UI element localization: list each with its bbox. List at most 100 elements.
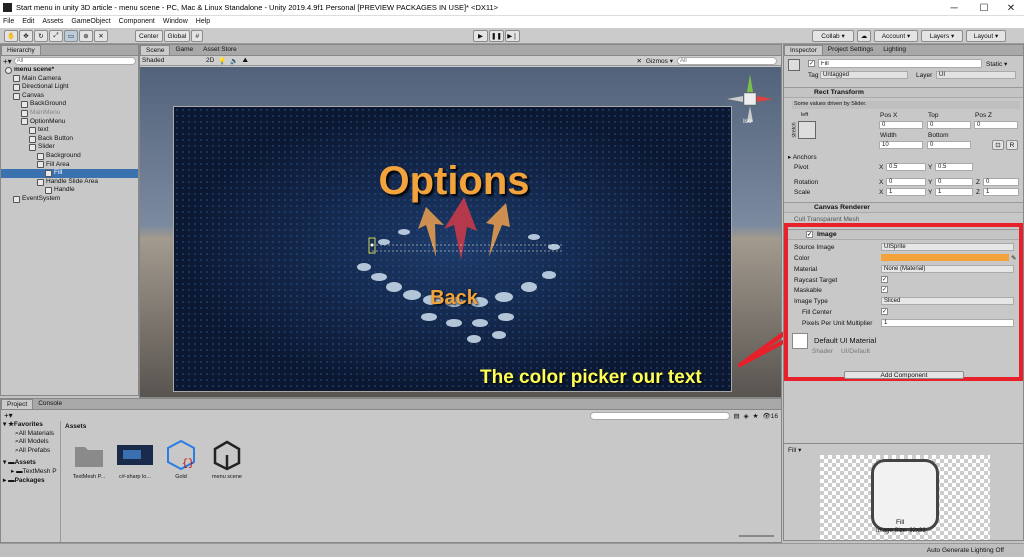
source-image-field[interactable]: UISprite bbox=[881, 243, 1014, 251]
fill-center-checkbox[interactable]: ✓ bbox=[881, 308, 888, 315]
pause-button[interactable]: ❚❚ bbox=[489, 30, 504, 42]
audio-toggle-icon[interactable]: 🔈 bbox=[230, 57, 238, 65]
zoom-slider[interactable] bbox=[739, 535, 774, 537]
assets-root-item[interactable]: ▾ ▬ Assets bbox=[1, 459, 60, 468]
assets-breadcrumb[interactable]: Assets bbox=[65, 423, 86, 430]
image-enabled-checkbox[interactable]: ✓ bbox=[806, 231, 813, 238]
tab-project-settings[interactable]: Project Settings bbox=[823, 45, 879, 55]
tab-project[interactable]: Project bbox=[1, 399, 34, 409]
active-checkbox[interactable]: ✓ bbox=[808, 60, 815, 67]
rect-tool-icon[interactable]: ▭ bbox=[64, 30, 78, 42]
rect-transform-header[interactable]: Rect Transform bbox=[784, 87, 1023, 98]
hierarchy-item[interactable]: Main Camera bbox=[1, 75, 138, 84]
hierarchy-item[interactable]: Handle Slide Area bbox=[1, 178, 138, 187]
filter-label-icon[interactable]: ◈ bbox=[744, 412, 749, 420]
add-component-button[interactable]: Add Component bbox=[844, 371, 964, 379]
textmesh-folder-item[interactable]: ▸ ▬ TextMesh P bbox=[1, 468, 60, 477]
tag-dropdown[interactable]: Untagged bbox=[820, 71, 908, 79]
move-tool-icon[interactable]: ✥ bbox=[19, 30, 33, 42]
asset-tile[interactable]: {} Gold bbox=[161, 439, 201, 480]
tab-inspector[interactable]: Inspector bbox=[784, 45, 823, 55]
pivot-y-field[interactable]: 0.5 bbox=[935, 163, 973, 171]
rotate-tool-icon[interactable]: ↻ bbox=[34, 30, 48, 42]
menu-gameobject[interactable]: GameObject bbox=[71, 16, 110, 28]
rotation-x-field[interactable]: 0 bbox=[886, 178, 926, 186]
menu-edit[interactable]: Edit bbox=[22, 16, 34, 28]
pivot-global-button[interactable]: Global bbox=[163, 30, 191, 42]
fav-all-prefabs[interactable]: ⌕ All Prefabs bbox=[1, 447, 60, 456]
packages-item[interactable]: ▸ ▬ Packages bbox=[1, 477, 60, 486]
posx-field[interactable]: 0 bbox=[879, 121, 923, 129]
hierarchy-item[interactable]: Slider bbox=[1, 143, 138, 152]
pivot-x-field[interactable]: 0.5 bbox=[886, 163, 926, 171]
minimize-button[interactable]: ─ bbox=[940, 0, 968, 16]
asset-tile[interactable]: TextMesh P... bbox=[69, 439, 109, 480]
raw-edit-button[interactable]: R bbox=[1006, 140, 1018, 150]
width-field[interactable]: 10 bbox=[879, 141, 923, 149]
shading-dropdown[interactable]: Shaded bbox=[142, 57, 202, 64]
fav-all-models[interactable]: ⌕ All Models bbox=[1, 438, 60, 447]
pivot-center-button[interactable]: Center bbox=[135, 30, 163, 42]
maximize-button[interactable]: ☐ bbox=[970, 0, 998, 16]
hierarchy-item[interactable]: BackGround bbox=[1, 100, 138, 109]
posz-field[interactable]: 0 bbox=[974, 121, 1018, 129]
snap-icon[interactable]: # bbox=[191, 30, 204, 42]
raycast-checkbox[interactable]: ✓ bbox=[881, 276, 888, 283]
tab-game[interactable]: Game bbox=[170, 45, 198, 55]
tab-console[interactable]: Console bbox=[33, 399, 67, 409]
effects-icon[interactable]: ⛰ bbox=[243, 57, 248, 65]
fav-all-materials[interactable]: ⌕ All Materials bbox=[1, 430, 60, 439]
tab-asset-store[interactable]: Asset Store bbox=[198, 45, 242, 55]
create-plus-icon[interactable]: +▾ bbox=[3, 57, 12, 66]
hand-tool-icon[interactable]: ✋ bbox=[4, 30, 18, 42]
menu-help[interactable]: Help bbox=[196, 16, 210, 28]
ppu-field[interactable]: 1 bbox=[881, 319, 1014, 327]
material-field[interactable]: None (Material) bbox=[881, 265, 1014, 273]
menu-assets[interactable]: Assets bbox=[42, 16, 63, 28]
hierarchy-item[interactable]: Canvas bbox=[1, 92, 138, 101]
hierarchy-search-input[interactable] bbox=[13, 57, 136, 65]
menu-window[interactable]: Window bbox=[163, 16, 188, 28]
blueprint-icon[interactable]: ⊡ bbox=[992, 140, 1004, 150]
anchor-preset-button[interactable] bbox=[798, 121, 816, 139]
project-create-icon[interactable]: +▾ bbox=[4, 411, 13, 420]
anchors-foldout[interactable]: ▸ Anchors bbox=[788, 153, 817, 161]
account-dropdown[interactable]: Account ▾ bbox=[874, 30, 918, 42]
tools-icon[interactable]: ✕ bbox=[636, 57, 641, 65]
2d-toggle[interactable]: 2D bbox=[206, 57, 214, 64]
image-header[interactable]: ✓ Image bbox=[788, 229, 1019, 240]
rotation-z-field[interactable]: 0 bbox=[983, 178, 1019, 186]
scene-viewport[interactable]: Options Back Iso bbox=[140, 67, 781, 397]
scene-gizmo[interactable]: Iso bbox=[725, 74, 775, 126]
tab-hierarchy[interactable]: Hierarchy bbox=[1, 45, 41, 55]
close-button[interactable]: ✕ bbox=[997, 0, 1024, 16]
favorite-star-icon[interactable]: ★ bbox=[753, 412, 759, 420]
tab-scene[interactable]: Scene bbox=[140, 45, 171, 55]
filter-type-icon[interactable]: ▤ bbox=[734, 412, 740, 420]
hierarchy-item[interactable]: Handle bbox=[1, 186, 138, 195]
hierarchy-item[interactable]: Fill bbox=[1, 169, 138, 178]
layers-dropdown[interactable]: Layers ▾ bbox=[921, 30, 963, 42]
step-button[interactable]: ▶❘ bbox=[505, 30, 520, 42]
transform-tool-icon[interactable]: ⊕ bbox=[79, 30, 93, 42]
project-search-input[interactable] bbox=[589, 411, 730, 420]
hierarchy-item[interactable]: Back Button bbox=[1, 135, 138, 144]
scale-z-field[interactable]: 1 bbox=[983, 188, 1019, 196]
maskable-checkbox[interactable]: ✓ bbox=[881, 286, 888, 293]
hierarchy-item[interactable]: Directional Light bbox=[1, 83, 138, 92]
light-toggle-icon[interactable]: 💡 bbox=[218, 57, 226, 65]
layout-dropdown[interactable]: Layout ▾ bbox=[966, 30, 1006, 42]
scale-tool-icon[interactable]: ⤢ bbox=[49, 30, 63, 42]
play-button[interactable]: ▶ bbox=[473, 30, 488, 42]
favorites-item[interactable]: ▾ ★ Favorites bbox=[1, 421, 60, 430]
hierarchy-item[interactable]: EventSystem bbox=[1, 195, 138, 204]
menu-component[interactable]: Component bbox=[119, 16, 155, 28]
collab-dropdown[interactable]: Collab ▾ bbox=[812, 30, 854, 42]
custom-tool-icon[interactable]: ✕ bbox=[94, 30, 108, 42]
asset-tile[interactable]: menu scene bbox=[207, 439, 247, 480]
tab-lighting[interactable]: Lighting bbox=[878, 45, 911, 55]
hierarchy-item[interactable]: Fill Area bbox=[1, 161, 138, 170]
menu-file[interactable]: File bbox=[3, 16, 14, 28]
image-type-dropdown[interactable]: Sliced bbox=[881, 297, 1014, 305]
object-name-field[interactable] bbox=[818, 59, 982, 68]
